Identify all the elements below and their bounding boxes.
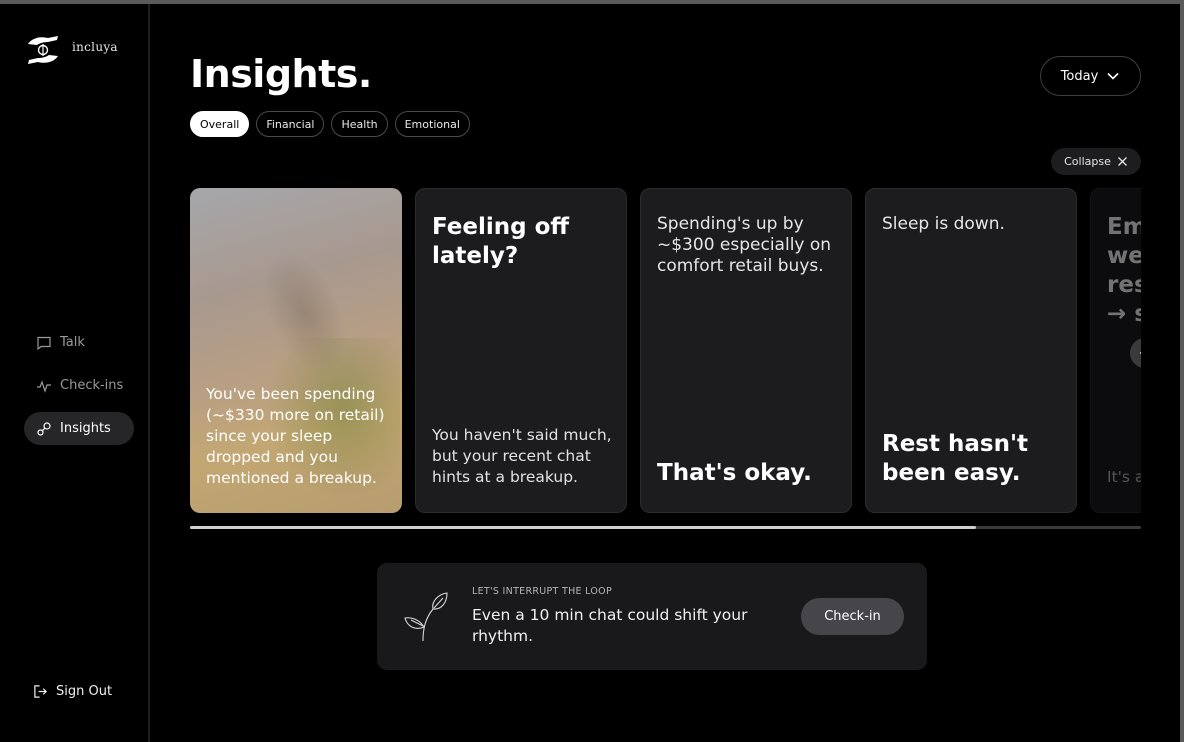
insight-card-heading: Rest hasn't been easy. (882, 431, 1028, 486)
sidebar-item-insights[interactable]: Insights (24, 412, 134, 445)
insight-card[interactable]: You've been spending (~$330 more on reta… (190, 188, 402, 513)
promo-text: Even a 10 min chat could shift your rhyt… (472, 606, 748, 645)
insight-card-text: It's a fa (1107, 468, 1141, 486)
check-in-prompt-card: LET'S INTERRUPT THE LOOP Even a 10 min c… (377, 563, 927, 670)
sidebar: incluya Talk Check-ins Insights Sign Out (0, 4, 150, 742)
sidebar-item-label: Check-ins (60, 378, 124, 393)
insight-card-heading: Feeling off lately? (432, 214, 570, 269)
check-in-button[interactable]: Check-in (801, 598, 904, 635)
filter-chips: Overall Financial Health Emotional (190, 111, 470, 137)
filter-chip-emotional[interactable]: Emotional (394, 111, 470, 137)
hands-logo-icon (28, 36, 58, 64)
insight-card-heading: Emo weig restl → sp (1107, 214, 1141, 327)
insight-card-text: Sleep is down. (882, 214, 1005, 234)
carousel-scrollbar[interactable] (190, 526, 1141, 529)
period-dropdown[interactable]: Today (1040, 56, 1141, 96)
brand-name: incluya (72, 40, 118, 54)
insight-card-heading: That's okay. (657, 460, 812, 486)
filter-chip-health[interactable]: Health (331, 111, 388, 137)
sign-out-button[interactable]: Sign Out (33, 684, 112, 699)
insight-card-text: You haven't said much, but your recent c… (432, 426, 612, 486)
chat-icon (37, 336, 51, 350)
insight-card[interactable]: Feeling off lately? You haven't said muc… (415, 188, 627, 513)
insight-card[interactable]: Spending's up by ~$300 especially on com… (640, 188, 852, 513)
collapse-label: Collapse (1064, 155, 1111, 168)
window-frame-right (1180, 0, 1184, 742)
sidebar-item-label: Talk (60, 335, 85, 350)
sidebar-item-check-ins[interactable]: Check-ins (24, 369, 134, 402)
insight-card-text: Spending's up by ~$300 especially on com… (657, 214, 832, 276)
sidebar-nav: Talk Check-ins Insights (24, 326, 134, 455)
filter-chip-overall[interactable]: Overall (190, 111, 250, 137)
sign-out-icon (34, 685, 47, 698)
collapse-button[interactable]: Collapse (1051, 148, 1141, 175)
arrow-right-icon (1140, 352, 1141, 354)
promo-kicker: LET'S INTERRUPT THE LOOP (472, 586, 612, 597)
sidebar-item-talk[interactable]: Talk (24, 326, 134, 359)
carousel-scroll-thumb[interactable] (190, 526, 976, 529)
leaf-sprout-icon (404, 592, 448, 642)
sidebar-item-label: Insights (60, 421, 111, 436)
brand-logo[interactable]: incluya (24, 32, 118, 68)
window-frame-top (0, 0, 1184, 4)
insights-icon (37, 421, 51, 436)
period-value: Today (1060, 68, 1099, 84)
close-icon (1117, 157, 1127, 166)
chevron-down-icon (1107, 72, 1119, 80)
sign-out-label: Sign Out (56, 684, 113, 699)
page-title: Insights. (190, 52, 372, 96)
insight-card[interactable]: Sleep is down. Rest hasn't been easy. (865, 188, 1077, 513)
insight-cards-carousel[interactable]: You've been spending (~$330 more on reta… (190, 188, 1141, 514)
filter-chip-financial[interactable]: Financial (256, 111, 325, 137)
insight-card-text: You've been spending (~$330 more on reta… (206, 385, 385, 487)
pulse-icon (37, 379, 51, 393)
